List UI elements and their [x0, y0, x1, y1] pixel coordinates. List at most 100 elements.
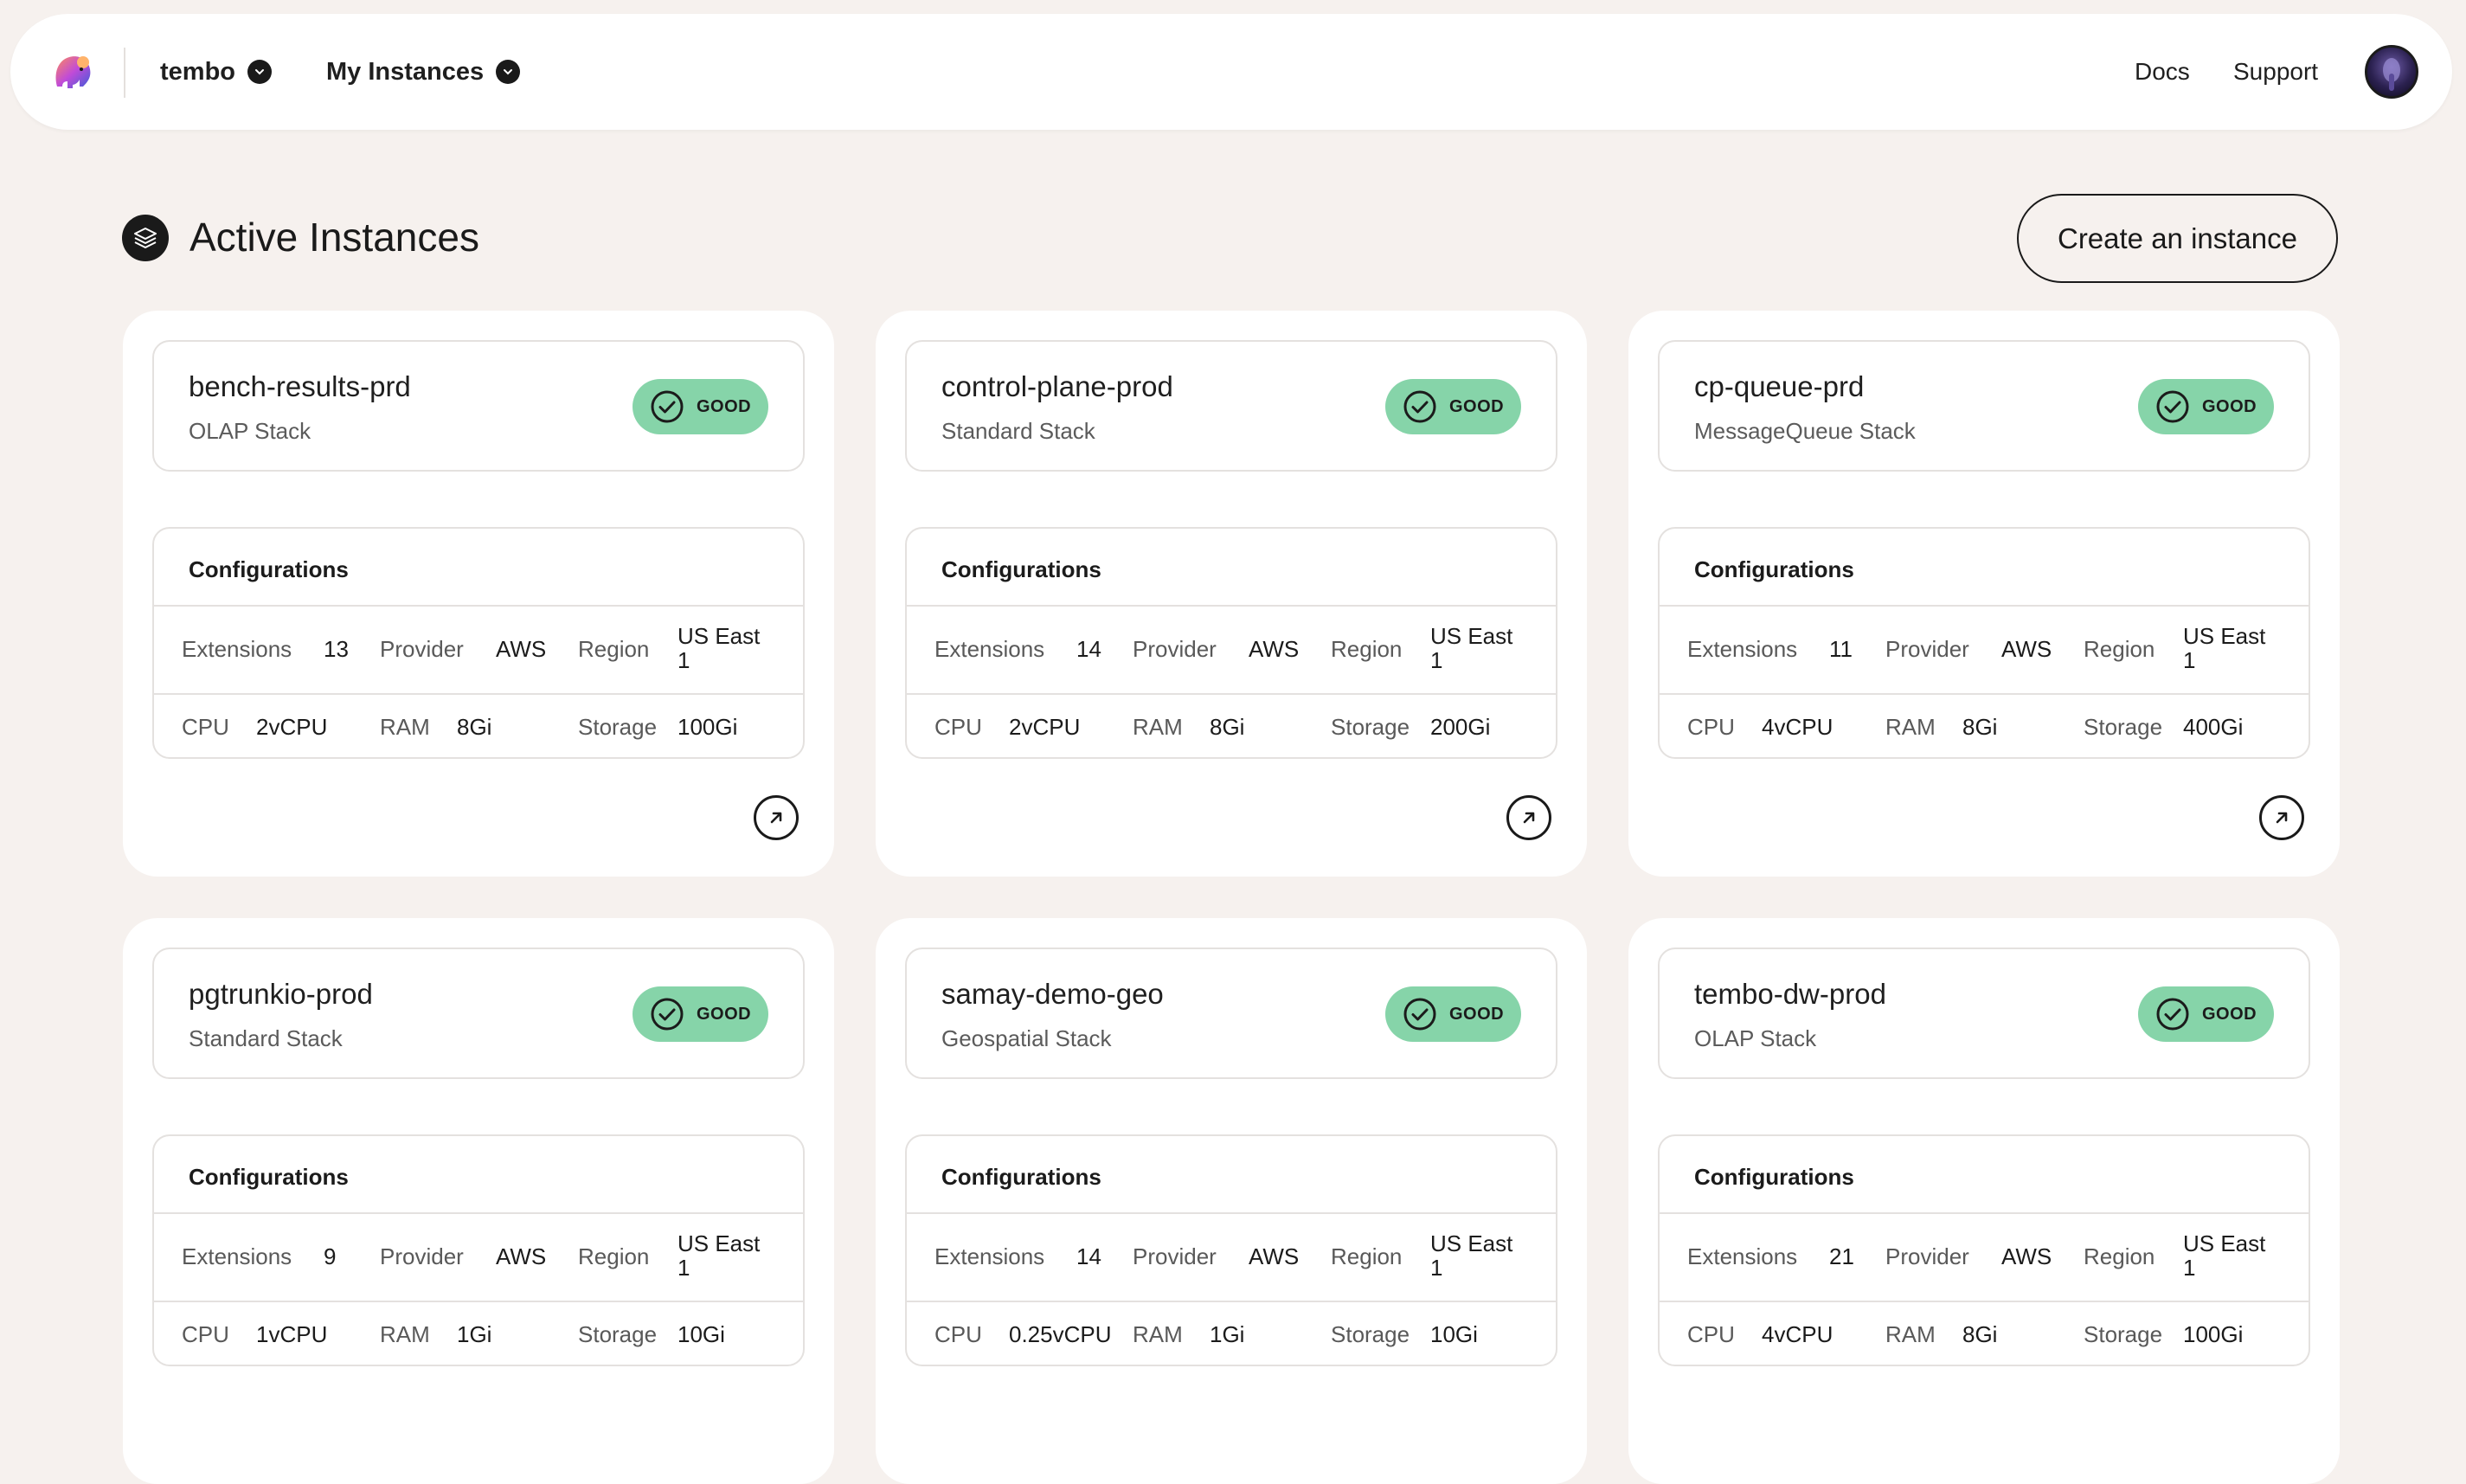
cpu-value: 4vCPU [1762, 714, 1833, 740]
check-circle-icon [1403, 998, 1436, 1031]
org-dropdown[interactable]: tembo [160, 14, 272, 130]
instances-label: My Instances [326, 57, 485, 86]
provider-label: Provider [380, 1243, 464, 1269]
storage-label: Storage [578, 1321, 658, 1347]
provider-value: AWS [1249, 636, 1300, 662]
storage-label: Storage [1331, 1321, 1410, 1347]
ram-label: RAM [1133, 714, 1183, 740]
check-circle-icon [2156, 390, 2189, 423]
region-label: Region [1331, 1243, 1403, 1269]
storage-label: Storage [2084, 714, 2163, 740]
status-badge[interactable]: GOOD [2138, 986, 2274, 1042]
open-instance-button[interactable] [1506, 795, 1551, 840]
region-value: US East 1 [678, 1230, 761, 1281]
status-text: GOOD [2202, 396, 2257, 416]
provider-value: AWS [2001, 1243, 2052, 1269]
cpu-label: CPU [934, 1321, 982, 1347]
support-link[interactable]: Support [2233, 14, 2318, 130]
arrow-up-right-icon [1523, 812, 1535, 824]
region-label: Region [578, 1243, 650, 1269]
instance-card[interactable]: samay-demo-geo Geospatial Stack GOOD Con… [876, 918, 1587, 1484]
storage-value: 100Gi [678, 714, 738, 740]
tembo-logo-icon[interactable] [48, 48, 97, 97]
configurations-panel: Configurations Extensions 11 Provider AW… [1658, 527, 2310, 759]
instance-header: tembo-dw-prod OLAP Stack GOOD [1658, 948, 2310, 1079]
status-text: GOOD [1449, 1004, 1505, 1024]
region-label: Region [2084, 1243, 2155, 1269]
configurations-title: Configurations [941, 1164, 1101, 1190]
ram-value: 1Gi [1210, 1321, 1245, 1347]
provider-value: AWS [1249, 1243, 1300, 1269]
status-badge[interactable]: GOOD [1385, 986, 1521, 1042]
ram-label: RAM [380, 1321, 430, 1347]
config-row: CPU 0.25vCPU RAM 1Gi Storage 10Gi [907, 1301, 1556, 1365]
configurations-title: Configurations [1694, 1164, 1854, 1190]
provider-label: Provider [1133, 636, 1217, 662]
provider-value: AWS [496, 636, 547, 662]
storage-value: 10Gi [1430, 1321, 1478, 1347]
status-badge[interactable]: GOOD [633, 379, 768, 434]
cpu-value: 0.25vCPU [1009, 1321, 1112, 1347]
check-circle-icon [651, 998, 684, 1031]
instance-card[interactable]: cp-queue-prd MessageQueue Stack GOOD Con… [1628, 311, 2340, 877]
instance-name[interactable]: tembo-dw-prod [1694, 977, 1886, 1012]
cpu-value: 2vCPU [256, 714, 328, 740]
org-label: tembo [160, 57, 235, 86]
instance-card[interactable]: tembo-dw-prod OLAP Stack GOOD Configurat… [1628, 918, 2340, 1484]
create-instance-button[interactable]: Create an instance [2017, 194, 2338, 283]
storage-value: 100Gi [2183, 1321, 2244, 1347]
configurations-title: Configurations [1694, 556, 1854, 582]
extensions-value: 13 [324, 636, 349, 662]
provider-value: AWS [2001, 636, 2052, 662]
config-row: CPU 4vCPU RAM 8Gi Storage 100Gi [1660, 1301, 2309, 1365]
instance-card[interactable]: pgtrunkio-prod Standard Stack GOOD Confi… [123, 918, 834, 1484]
instance-name[interactable]: pgtrunkio-prod [189, 977, 373, 1012]
top-navbar: tembo My Instances Docs Support [10, 14, 2452, 130]
config-row: CPU 2vCPU RAM 8Gi Storage 200Gi [907, 693, 1556, 757]
instance-card[interactable]: bench-results-prd OLAP Stack GOOD Config… [123, 311, 834, 877]
cpu-label: CPU [182, 1321, 229, 1347]
instance-name[interactable]: samay-demo-geo [941, 977, 1164, 1012]
storage-label: Storage [578, 714, 658, 740]
configurations-panel: Configurations Extensions 14 Provider AW… [905, 1134, 1557, 1366]
layers-icon [122, 215, 169, 261]
status-text: GOOD [697, 396, 752, 416]
instance-name[interactable]: bench-results-prd [189, 369, 411, 404]
cpu-label: CPU [1687, 714, 1735, 740]
status-badge[interactable]: GOOD [633, 986, 768, 1042]
configurations-title: Configurations [941, 556, 1101, 582]
instances-dropdown[interactable]: My Instances [326, 14, 521, 130]
config-row: Extensions 9 Provider AWS Region US East… [154, 1212, 803, 1301]
cpu-label: CPU [182, 714, 229, 740]
instance-name[interactable]: control-plane-prod [941, 369, 1173, 404]
open-instance-button[interactable] [754, 795, 799, 840]
extensions-label: Extensions [182, 1243, 292, 1269]
instance-header: samay-demo-geo Geospatial Stack GOOD [905, 948, 1557, 1079]
instance-stack: OLAP Stack [1694, 1025, 1817, 1051]
configurations-panel: Configurations Extensions 13 Provider AW… [152, 527, 805, 759]
extensions-label: Extensions [182, 636, 292, 662]
config-row: CPU 4vCPU RAM 8Gi Storage 400Gi [1660, 693, 2309, 757]
region-label: Region [2084, 636, 2155, 662]
extensions-value: 9 [324, 1243, 337, 1269]
status-badge[interactable]: GOOD [2138, 379, 2274, 434]
open-instance-button[interactable] [2259, 795, 2304, 840]
ram-value: 8Gi [1962, 1321, 1998, 1347]
storage-value: 400Gi [2183, 714, 2244, 740]
instance-card[interactable]: control-plane-prod Standard Stack GOOD C… [876, 311, 1587, 877]
nav-divider [124, 48, 125, 98]
ram-value: 8Gi [457, 714, 492, 740]
instance-header: bench-results-prd OLAP Stack GOOD [152, 340, 805, 472]
instance-name[interactable]: cp-queue-prd [1694, 369, 1864, 404]
cpu-value: 2vCPU [1009, 714, 1081, 740]
config-row: CPU 1vCPU RAM 1Gi Storage 10Gi [154, 1301, 803, 1365]
avatar[interactable] [2365, 45, 2418, 99]
ram-label: RAM [1885, 714, 1936, 740]
config-row: Extensions 13 Provider AWS Region US Eas… [154, 605, 803, 693]
configurations-title: Configurations [189, 556, 349, 582]
config-row: Extensions 14 Provider AWS Region US Eas… [907, 1212, 1556, 1301]
status-badge[interactable]: GOOD [1385, 379, 1521, 434]
ram-value: 1Gi [457, 1321, 492, 1347]
region-value: US East 1 [1430, 623, 1513, 673]
docs-link[interactable]: Docs [2135, 14, 2190, 130]
